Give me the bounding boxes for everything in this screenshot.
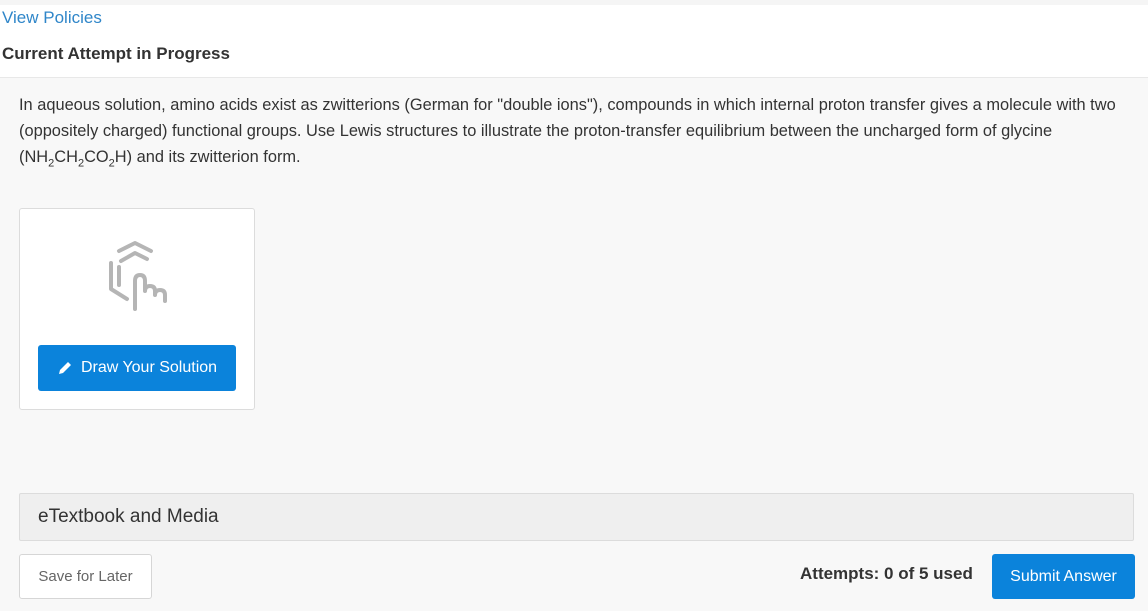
submit-answer-button[interactable]: Submit Answer (992, 554, 1135, 599)
page-title: Current Attempt in Progress (2, 44, 230, 63)
pencil-icon (58, 362, 71, 374)
etextbook-media-section[interactable]: eTextbook and Media (19, 493, 1134, 541)
attempts-counter: Attempts: 0 of 5 used (800, 564, 973, 583)
question-text-part: H) and its zwitterion form. (114, 148, 301, 166)
draw-solution-button[interactable]: Draw Your Solution (38, 345, 236, 391)
question-text-part: CO (84, 148, 109, 166)
molecule-pointer-icon (109, 241, 167, 311)
draw-solution-label: Draw Your Solution (80, 359, 218, 376)
top-bar (0, 0, 1148, 5)
question-text-part: CH (54, 148, 78, 166)
save-for-later-button[interactable]: Save for Later (19, 554, 152, 599)
question-text: In aqueous solution, amino acids exist a… (19, 92, 1129, 170)
etextbook-media-label: eTextbook and Media (38, 506, 219, 527)
view-policies-link[interactable]: View Policies (2, 8, 102, 28)
